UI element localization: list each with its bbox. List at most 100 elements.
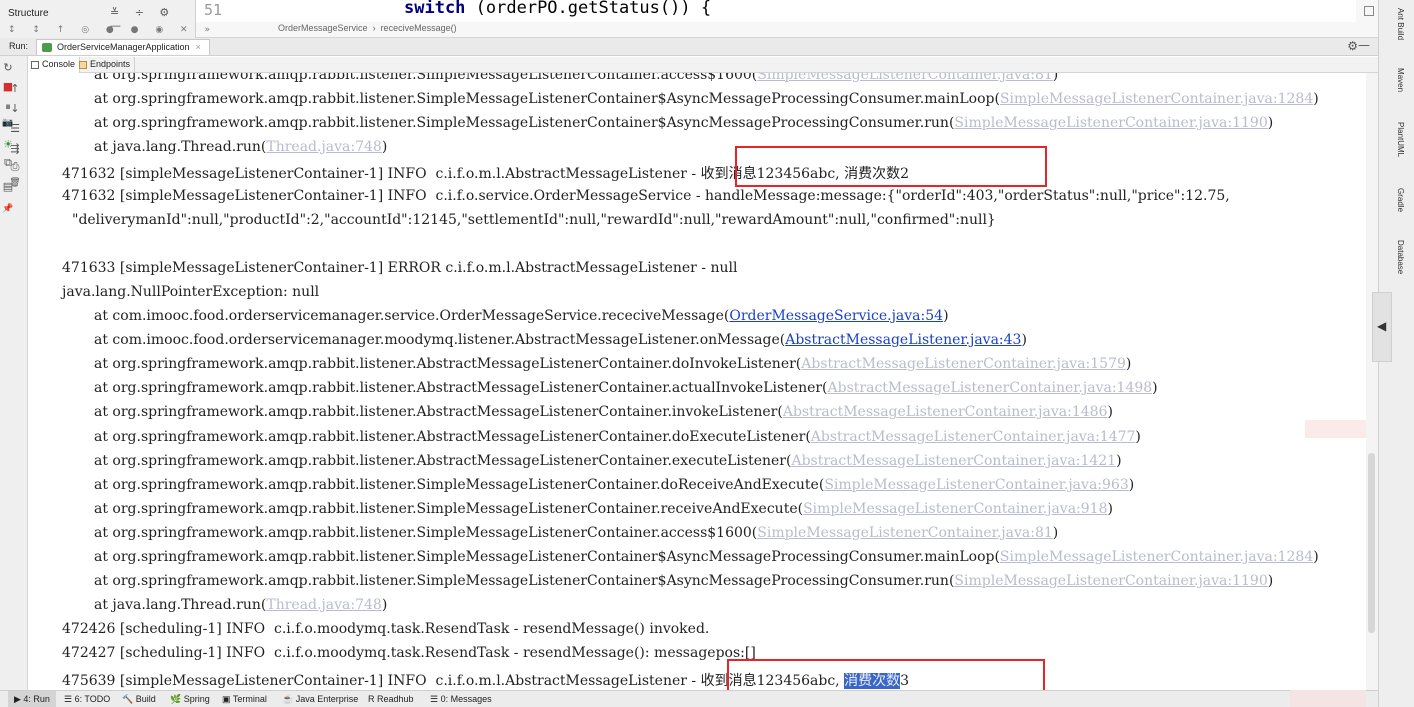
pin-tab-icon[interactable]: 📌 <box>0 204 22 214</box>
console-text: ) <box>1107 404 1113 421</box>
tool-build[interactable]: 🔨 Build <box>122 694 156 705</box>
console-text: at org.springframework.amqp.rabbit.liste… <box>94 115 955 132</box>
tab-endpoints-label: Endpoints <box>90 59 131 69</box>
console-line: java.lang.NullPointerException: null <box>62 284 319 300</box>
rerun-icon[interactable]: ↻ <box>0 61 22 74</box>
console-output[interactable]: at org.springframework.amqp.rabbit.liste… <box>28 73 1366 690</box>
library-source-link[interactable]: AbstractMessageListenerContainer.java:14… <box>811 429 1136 445</box>
console-line: at org.springframework.amqp.rabbit.liste… <box>94 429 1141 445</box>
console-text: ) <box>943 308 949 324</box>
console-text: ) <box>1267 573 1274 590</box>
tab-endpoints[interactable]: Endpoints <box>76 57 136 73</box>
tool-java-enterprise[interactable]: ☕ Java Enterprise <box>282 694 358 705</box>
console-line: at com.imooc.food.orderservicemanager.mo… <box>94 332 1027 348</box>
stop-icon[interactable]: ■ <box>0 80 22 93</box>
library-source-link[interactable]: AbstractMessageListenerContainer.java:14… <box>828 380 1153 396</box>
tool-spring[interactable]: 🌿 Spring <box>170 694 210 705</box>
tab-console[interactable]: Console <box>28 57 81 73</box>
library-source-link[interactable]: Thread.java:748 <box>266 139 381 155</box>
console-scrollbar[interactable] <box>1366 73 1378 690</box>
line-number: 51 <box>204 1 223 19</box>
source-link[interactable]: OrderMessageService.java:54 <box>729 308 943 324</box>
camera-icon[interactable]: 📷 <box>0 118 22 128</box>
library-source-link[interactable]: SimpleMessageListenerContainer.java:81 <box>757 73 1053 83</box>
structure-panel: Structure ≚ ÷ ⚙ — ↕ ↕ ↑ ◎ ● ● ◉ ✕ » <box>0 0 210 38</box>
console-text: ) <box>381 139 388 156</box>
console-text: ) <box>1021 332 1027 349</box>
library-source-link[interactable]: SimpleMessageListenerContainer.java:1190 <box>954 115 1267 131</box>
console-text: at org.springframework.amqp.rabbit.liste… <box>94 524 758 541</box>
run-left-toolbar: ↻ ↑ ■ ↓ ⏸ ☰ 📷 ⇶ ☀ ⎙ ⧉ 🗑 ▤ 📌 <box>0 56 28 690</box>
library-source-link[interactable]: SimpleMessageListenerContainer.java:918 <box>803 501 1107 517</box>
console-line: at org.springframework.amqp.rabbit.liste… <box>94 501 1113 517</box>
code-text: switch (orderPO.getStatus()) { <box>404 0 711 18</box>
code-keyword: switch <box>404 0 466 18</box>
collapse-panel-button[interactable]: ◀ <box>1372 292 1392 362</box>
console-tabs: Console Endpoints <box>28 57 1378 73</box>
tool-messages[interactable]: ☰ 0: Messages <box>430 694 492 705</box>
console-text: ) <box>1267 115 1274 132</box>
console-text: ) <box>1135 428 1141 445</box>
breadcrumb: OrderMessageService › receciveMessage() <box>278 23 457 33</box>
console-text: ) <box>1313 549 1319 565</box>
annotation-highlight-box <box>727 659 1045 690</box>
console-text: at com.imooc.food.orderservicemanager.mo… <box>94 332 786 349</box>
pause-icon[interactable]: ⏸ <box>0 100 22 114</box>
editor-scroll-marker-icon[interactable] <box>1364 6 1374 16</box>
console-text: at org.springframework.amqp.rabbit.liste… <box>94 91 1000 108</box>
library-source-link[interactable]: SimpleMessageListenerContainer.java:1284 <box>1000 549 1313 565</box>
tool-database[interactable]: Database <box>1389 240 1405 274</box>
breadcrumb-method[interactable]: receciveMessage() <box>381 23 457 33</box>
console-text: at org.springframework.amqp.rabbit.liste… <box>94 476 825 493</box>
console-text: 472427 [scheduling-1] INFO c.i.f.o.moody… <box>62 645 756 662</box>
library-source-link[interactable]: SimpleMessageListenerContainer.java:963 <box>824 477 1128 493</box>
library-source-link[interactable]: AbstractMessageListenerContainer.java:14… <box>791 453 1116 469</box>
console-line: at org.springframework.amqp.rabbit.liste… <box>94 404 1113 420</box>
editor-top-strip: Structure ≚ ÷ ⚙ — ↕ ↕ ↑ ◎ ● ● ◉ ✕ » 51 s… <box>0 0 1378 38</box>
console-text: at org.springframework.amqp.rabbit.liste… <box>94 500 804 517</box>
restore-layout-icon[interactable]: ☀ <box>0 138 22 151</box>
console-line: 472426 [scheduling-1] INFO c.i.f.o.moody… <box>62 621 709 637</box>
breadcrumb-class[interactable]: OrderMessageService <box>278 23 368 33</box>
editor-code-line[interactable]: 51 switch (orderPO.getStatus()) { <box>196 0 1356 22</box>
tool-maven[interactable]: Maven <box>1389 68 1405 92</box>
console-text: 472426 [scheduling-1] INFO c.i.f.o.moody… <box>62 621 710 638</box>
console-text: at org.springframework.amqp.rabbit.liste… <box>94 452 792 469</box>
run-label: Run: <box>9 41 29 51</box>
tool-run[interactable]: ▶ 4: Run <box>8 691 56 707</box>
tool-readhub[interactable]: R Readhub <box>368 694 414 704</box>
tool-plantuml[interactable]: PlantUML <box>1389 122 1405 157</box>
library-source-link[interactable]: SimpleMessageListenerContainer.java:1284 <box>1000 91 1313 107</box>
library-source-link[interactable]: Thread.java:748 <box>266 597 381 613</box>
console-text: at java.lang.Thread.run( <box>94 597 267 614</box>
console-text: ) <box>1116 452 1122 469</box>
tool-todo[interactable]: ☰ 6: TODO <box>64 694 110 705</box>
console-line: at org.springframework.amqp.rabbit.liste… <box>94 91 1319 107</box>
console-text: ) <box>1052 524 1059 541</box>
console-line: 471633 [simpleMessageListenerContainer-1… <box>62 260 737 276</box>
library-source-link[interactable]: SimpleMessageListenerContainer.java:1190 <box>954 573 1267 589</box>
code-rest: (orderPO.getStatus()) { <box>465 0 712 18</box>
tool-gradle[interactable]: Gradle <box>1389 188 1405 212</box>
console-line: 471632 [simpleMessageListenerContainer-1… <box>62 188 1230 204</box>
dump-threads-icon[interactable]: ⧉ <box>0 156 22 170</box>
library-source-link[interactable]: AbstractMessageListenerContainer.java:15… <box>801 356 1126 372</box>
source-link[interactable]: AbstractMessageListener.java:43 <box>785 332 1021 348</box>
run-tool-header: Run: OrderServiceManagerApplication × ⚙ — <box>0 38 1378 56</box>
console-line: at org.springframework.amqp.rabbit.liste… <box>94 549 1319 565</box>
scrollbar-thumb[interactable] <box>1368 453 1375 633</box>
tool-terminal[interactable]: ▣ Terminal <box>222 694 267 705</box>
triangle-left-icon: ◀ <box>1377 319 1387 333</box>
gear-icon[interactable]: ⚙ <box>1347 39 1358 53</box>
library-source-link[interactable]: SimpleMessageListenerContainer.java:81 <box>757 525 1053 541</box>
structure-title: Structure <box>8 8 49 19</box>
structure-filter-icons[interactable]: ↕ ↕ ↑ ◎ ● ● ◉ ✕ » <box>8 25 217 35</box>
layout-icon[interactable]: ▤ <box>0 180 22 193</box>
close-icon[interactable]: × <box>196 42 201 52</box>
console-line: at org.springframework.amqp.rabbit.liste… <box>94 573 1273 589</box>
run-config-tab[interactable]: OrderServiceManagerApplication × <box>36 39 210 55</box>
console-text: at org.springframework.amqp.rabbit.liste… <box>94 549 1000 565</box>
library-source-link[interactable]: AbstractMessageListenerContainer.java:14… <box>783 404 1108 420</box>
minimize-icon[interactable]: — <box>1358 38 1370 52</box>
tool-ant-build[interactable]: Ant Build <box>1389 8 1405 40</box>
